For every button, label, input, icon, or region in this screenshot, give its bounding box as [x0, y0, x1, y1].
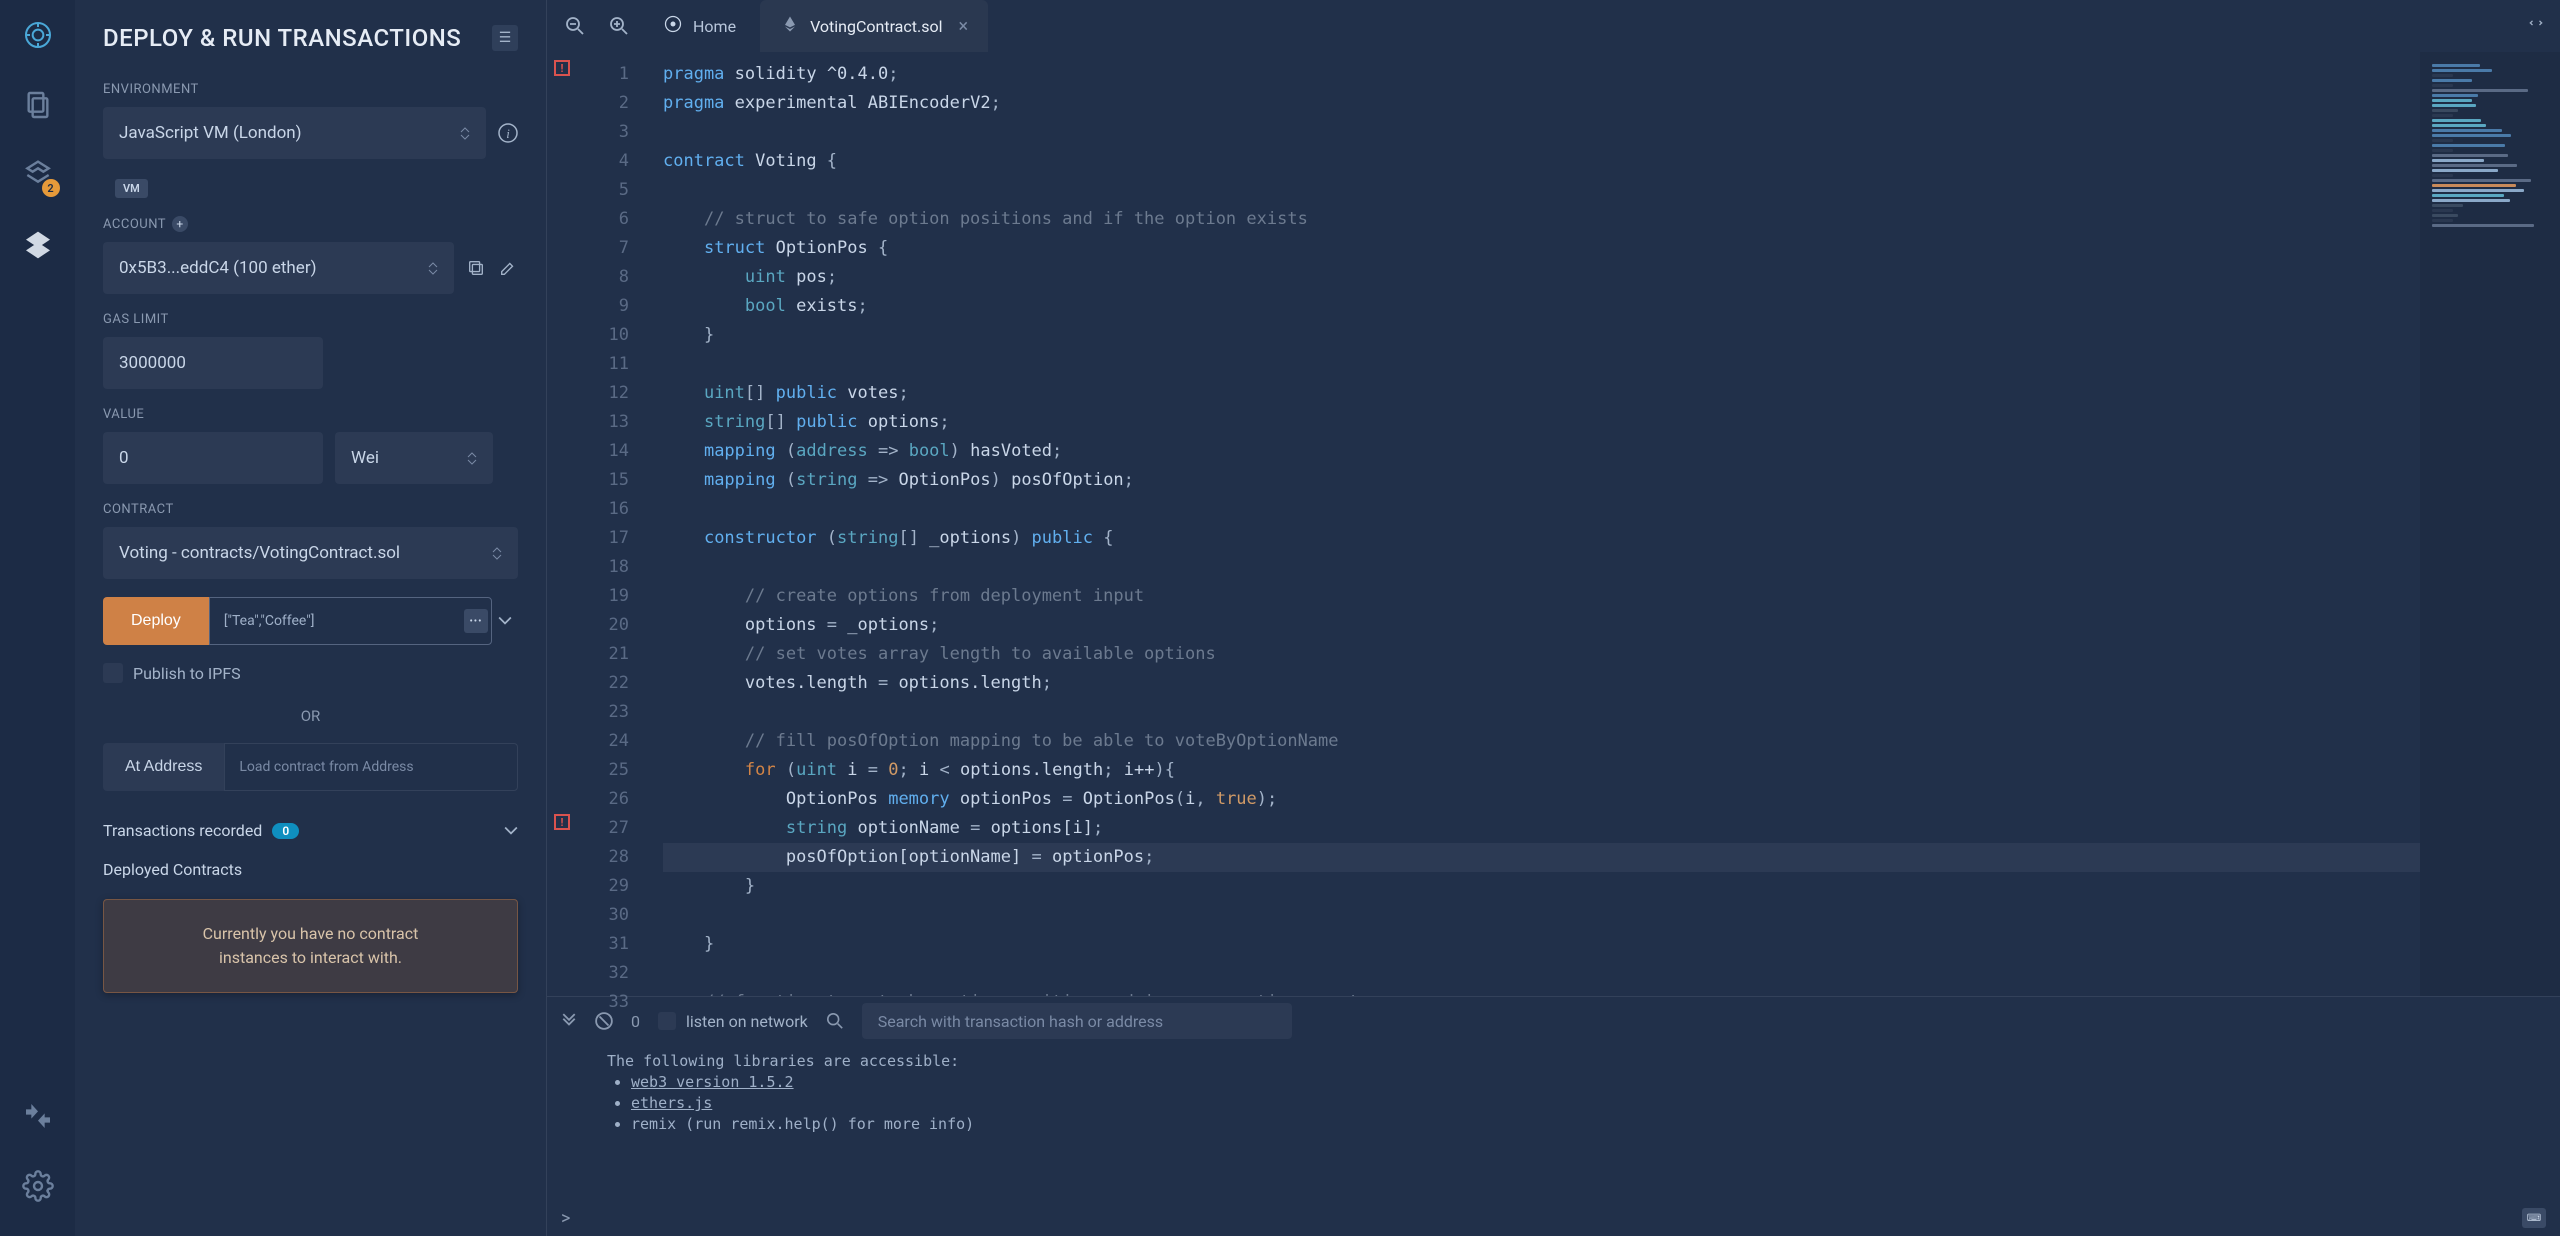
account-value: 0x5B3...eddC4 (100 ether): [119, 258, 317, 278]
contract-select[interactable]: Voting - contracts/VotingContract.sol: [103, 527, 518, 579]
close-tab-icon[interactable]: ×: [958, 16, 968, 37]
zoom-out-icon[interactable]: [555, 6, 595, 46]
chevron-updown-icon: [492, 547, 502, 560]
tx-recorded-count: 0: [272, 823, 299, 839]
value-unit-select[interactable]: Wei: [335, 432, 493, 484]
terminal-prompt[interactable]: > ⌨: [547, 1200, 2560, 1236]
web3-link[interactable]: web3 version 1.5.2: [631, 1073, 794, 1091]
home-tab-icon: [663, 14, 683, 38]
compiler-badge: 2: [42, 179, 60, 197]
gas-input[interactable]: 3000000: [103, 337, 323, 389]
compiler-icon[interactable]: 2: [18, 155, 58, 195]
contract-label: CONTRACT: [103, 502, 518, 517]
deploy-run-icon[interactable]: [18, 225, 58, 265]
file-explorer-icon[interactable]: [18, 85, 58, 125]
tab-home[interactable]: Home: [643, 0, 756, 52]
expand-args-icon[interactable]: •••: [464, 609, 488, 633]
error-marker-gutter: !!: [547, 52, 577, 996]
terminal-search-input[interactable]: Search with transaction hash or address: [862, 1003, 1292, 1039]
tab-file-label: VotingContract.sol: [810, 17, 942, 36]
deploy-args-input[interactable]: ["Tea","Coffee"]: [209, 597, 492, 645]
add-account-icon[interactable]: +: [172, 216, 188, 232]
at-address-input[interactable]: Load contract from Address: [224, 743, 518, 791]
remix-logo-icon[interactable]: [18, 15, 58, 55]
tx-recorded-toggle[interactable]: Transactions recorded 0: [103, 821, 518, 840]
panel-docs-icon[interactable]: ☰: [492, 25, 518, 51]
env-label: ENVIRONMENT: [103, 82, 518, 97]
plugin-manager-icon[interactable]: [18, 1096, 58, 1136]
svg-text:i: i: [506, 126, 510, 141]
keyboard-icon[interactable]: ⌨: [2522, 1208, 2546, 1228]
env-select[interactable]: JavaScript VM (London): [103, 107, 486, 159]
maximize-editor-icon[interactable]: [2526, 17, 2546, 36]
chevron-updown-icon: [460, 127, 470, 140]
chevron-updown-icon: [428, 262, 438, 275]
chevron-down-icon: [504, 826, 518, 836]
edit-account-icon[interactable]: [498, 258, 518, 278]
tab-file[interactable]: VotingContract.sol ×: [760, 0, 988, 52]
zoom-in-icon[interactable]: [599, 6, 639, 46]
code-content[interactable]: pragma solidity ^0.4.0;pragma experiment…: [643, 52, 2420, 996]
or-divider: OR: [103, 707, 518, 725]
value-label: VALUE: [103, 407, 518, 422]
listen-label: listen on network: [686, 1012, 808, 1031]
at-address-button[interactable]: At Address: [103, 743, 224, 791]
deploy-chevron-icon[interactable]: [492, 597, 518, 645]
value-input[interactable]: 0: [103, 432, 323, 484]
listen-network-checkbox[interactable]: listen on network: [658, 1012, 808, 1031]
main-area: Home VotingContract.sol × !! 12345678910…: [547, 0, 2560, 1236]
chevron-updown-icon: [467, 452, 477, 465]
env-value: JavaScript VM (London): [119, 123, 302, 143]
terminal-output: The following libraries are accessible: …: [547, 1045, 2560, 1200]
code-editor[interactable]: !! 1234567891011121314151617181920212223…: [547, 52, 2560, 996]
pending-tx-count: 0: [631, 1012, 640, 1031]
deployed-contracts-label: Deployed Contracts: [103, 860, 518, 879]
tx-recorded-label: Transactions recorded: [103, 821, 262, 840]
minimap[interactable]: [2420, 52, 2560, 996]
publish-ipfs-checkbox[interactable]: Publish to IPFS: [103, 663, 518, 683]
env-info-icon[interactable]: i: [498, 123, 518, 143]
account-select[interactable]: 0x5B3...eddC4 (100 ether): [103, 242, 454, 294]
account-label: ACCOUNT +: [103, 216, 518, 232]
vm-badge: VM: [115, 179, 148, 198]
no-contracts-notice: Currently you have no contract instances…: [103, 899, 518, 993]
deploy-button[interactable]: Deploy: [103, 597, 209, 645]
remix-help-line: remix (run remix.help() for more info): [631, 1114, 2520, 1135]
editor-tab-bar: Home VotingContract.sol ×: [547, 0, 2560, 52]
publish-label: Publish to IPFS: [133, 664, 241, 683]
terminal-toolbar: 0 listen on network Search with transact…: [547, 997, 2560, 1045]
settings-icon[interactable]: [18, 1166, 58, 1206]
tab-home-label: Home: [693, 17, 736, 36]
terminal-search-icon[interactable]: [826, 1012, 844, 1030]
icon-rail: 2: [0, 0, 75, 1236]
terminal-panel: 0 listen on network Search with transact…: [547, 996, 2560, 1236]
gas-label: GAS LIMIT: [103, 312, 518, 327]
line-number-gutter: 1234567891011121314151617181920212223242…: [577, 52, 643, 996]
copy-account-icon[interactable]: [466, 258, 486, 278]
deploy-panel: DEPLOY & RUN TRANSACTIONS ☰ ENVIRONMENT …: [75, 0, 547, 1236]
solidity-file-icon: [780, 14, 800, 38]
ethers-link[interactable]: ethers.js: [631, 1094, 712, 1112]
panel-title: DEPLOY & RUN TRANSACTIONS: [103, 24, 461, 52]
